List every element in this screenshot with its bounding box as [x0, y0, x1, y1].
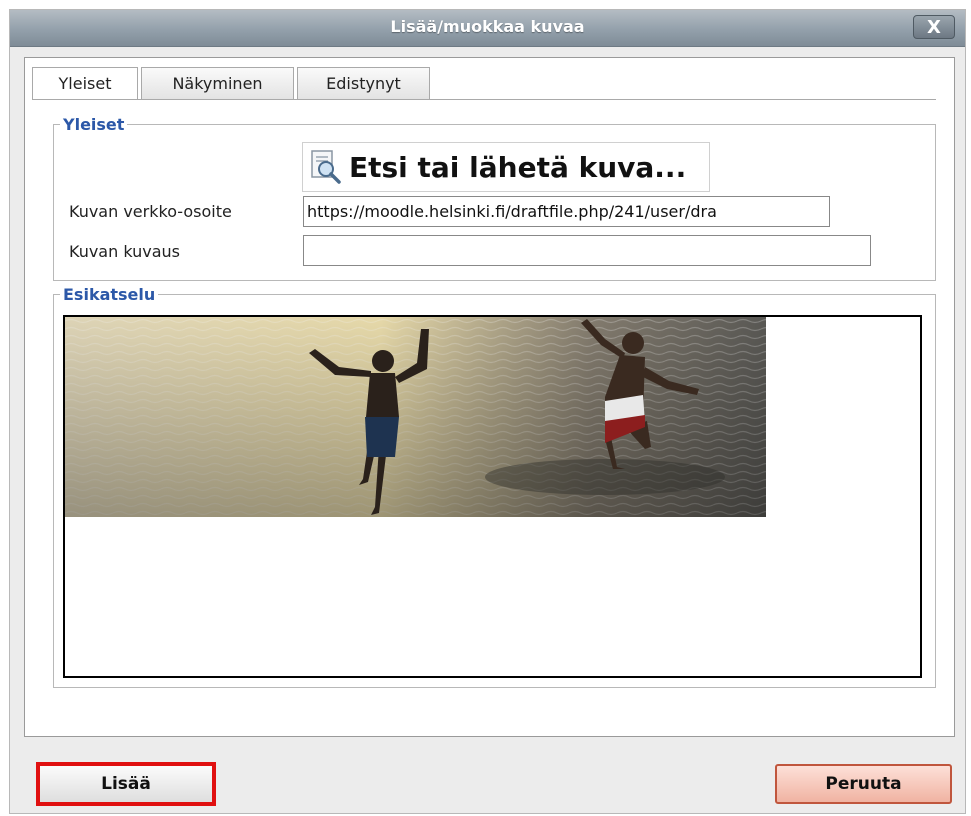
dialog-title: Lisää/muokkaa kuvaa	[390, 17, 585, 36]
tab-nakyminen[interactable]: Näkyminen	[141, 67, 294, 99]
close-icon: X	[927, 17, 941, 38]
cancel-button[interactable]: Peruuta	[775, 764, 952, 804]
image-description-label: Kuvan kuvaus	[69, 242, 180, 261]
insert-button[interactable]: Lisää	[36, 762, 216, 806]
preview-legend: Esikatselu	[63, 285, 156, 304]
general-legend: Yleiset	[63, 115, 125, 134]
close-button[interactable]: X	[913, 15, 955, 39]
preview-image	[65, 317, 766, 517]
image-url-input[interactable]: https://moodle.helsinki.fi/draftfile.php…	[303, 196, 830, 227]
find-or-upload-label: Etsi tai lähetä kuva...	[349, 150, 687, 184]
image-url-label: Kuvan verkko-osoite	[69, 202, 232, 221]
tab-yleiset[interactable]: Yleiset	[32, 67, 138, 100]
magnifier-document-icon	[309, 149, 343, 185]
tab-edistynyt[interactable]: Edistynyt	[297, 67, 430, 99]
dialog-titlebar[interactable]: Lisää/muokkaa kuvaa X	[10, 10, 965, 47]
tab-divider	[32, 99, 936, 100]
find-or-upload-image-button[interactable]: Etsi tai lähetä kuva...	[302, 142, 710, 192]
image-description-input[interactable]	[303, 235, 871, 266]
image-preview-frame	[63, 315, 922, 678]
